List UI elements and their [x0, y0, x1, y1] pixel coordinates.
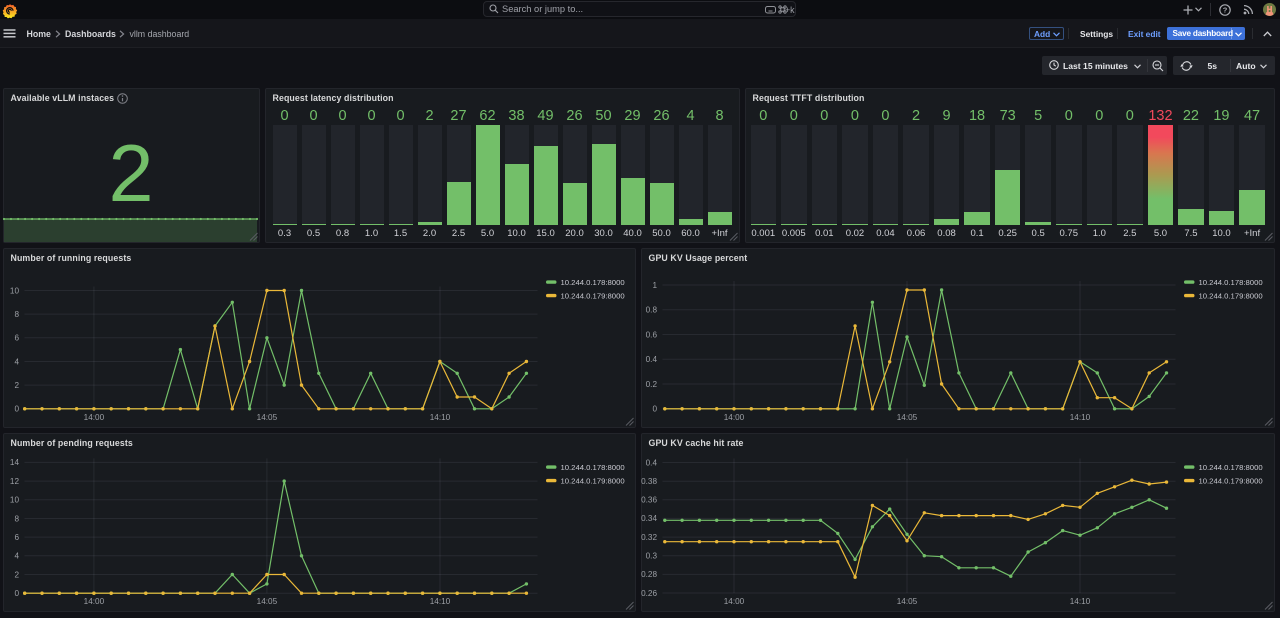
svg-text:14:05: 14:05: [256, 412, 277, 421]
svg-text:10.244.0.179:8000: 10.244.0.179:8000: [560, 291, 624, 300]
svg-text:12: 12: [9, 476, 19, 485]
svg-text:10: 10: [9, 286, 19, 295]
svg-text:0: 0: [14, 404, 19, 413]
svg-text:6: 6: [14, 333, 19, 342]
svg-text:0.4: 0.4: [645, 458, 657, 467]
svg-text:2: 2: [14, 380, 19, 389]
svg-text:14: 14: [9, 458, 19, 467]
svg-text:0.8: 0.8: [645, 305, 657, 314]
svg-text:10.244.0.179:8000: 10.244.0.179:8000: [560, 476, 624, 485]
svg-text:8: 8: [14, 309, 19, 318]
svg-text:0.36: 0.36: [641, 495, 657, 504]
svg-text:0.26: 0.26: [641, 588, 657, 597]
svg-text:0.28: 0.28: [641, 570, 657, 579]
svg-text:10.244.0.178:8000: 10.244.0.178:8000: [560, 463, 624, 472]
svg-text:10.244.0.178:8000: 10.244.0.178:8000: [1198, 278, 1262, 287]
svg-text:14:10: 14:10: [429, 412, 450, 421]
svg-text:14:10: 14:10: [1069, 412, 1090, 421]
svg-text:6: 6: [14, 532, 19, 541]
svg-text:0.32: 0.32: [641, 532, 657, 541]
svg-text:0.38: 0.38: [641, 477, 657, 486]
svg-text:10.244.0.178:8000: 10.244.0.178:8000: [560, 278, 624, 287]
svg-text:?: ?: [1223, 5, 1228, 14]
svg-text:0.2: 0.2: [645, 379, 657, 388]
svg-text:10: 10: [9, 495, 19, 504]
svg-text:14:05: 14:05: [256, 597, 277, 606]
svg-text:14:05: 14:05: [896, 412, 917, 421]
svg-text:14:10: 14:10: [429, 597, 450, 606]
svg-text:8: 8: [14, 514, 19, 523]
svg-text:14:10: 14:10: [1069, 597, 1090, 606]
svg-text:14:00: 14:00: [83, 412, 104, 421]
svg-text:0: 0: [652, 404, 657, 413]
svg-text:14:00: 14:00: [723, 412, 744, 421]
svg-text:2: 2: [14, 570, 19, 579]
svg-text:10.244.0.179:8000: 10.244.0.179:8000: [1198, 291, 1262, 300]
svg-text:1: 1: [652, 280, 657, 289]
svg-text:14:05: 14:05: [896, 597, 917, 606]
svg-text:0.3: 0.3: [645, 551, 657, 560]
svg-text:14:00: 14:00: [723, 597, 744, 606]
svg-text:4: 4: [14, 357, 19, 366]
svg-text:10.244.0.178:8000: 10.244.0.178:8000: [1198, 463, 1262, 472]
svg-text:4: 4: [14, 551, 19, 560]
svg-text:0.4: 0.4: [645, 355, 657, 364]
svg-text:14:00: 14:00: [83, 597, 104, 606]
svg-text:0: 0: [14, 589, 19, 598]
svg-text:0.34: 0.34: [641, 514, 657, 523]
svg-text:10.244.0.179:8000: 10.244.0.179:8000: [1198, 476, 1262, 485]
svg-text:0.6: 0.6: [645, 330, 657, 339]
